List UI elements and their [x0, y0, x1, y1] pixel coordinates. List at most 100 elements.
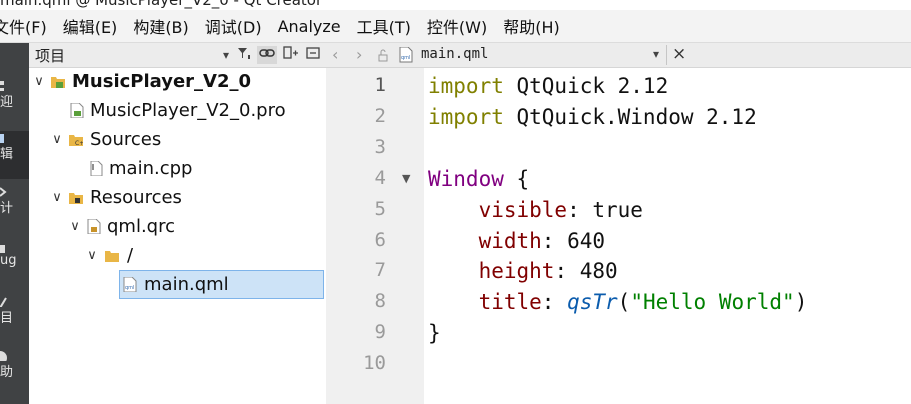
- qml-file-icon: qml: [123, 277, 137, 292]
- mode-welcome[interactable]: 迎: [0, 79, 29, 121]
- tree-item-label: Resources: [90, 187, 182, 208]
- code-property: title: [478, 290, 542, 314]
- expanded-arrow-icon[interactable]: ∨: [50, 183, 64, 212]
- svg-text:C+: C+: [75, 140, 83, 147]
- mode-project[interactable]: 目: [0, 295, 29, 343]
- documents-dropdown-icon[interactable]: ▾: [653, 47, 659, 61]
- tree-item-qml-qrc[interactable]: ∨ qml.qrc: [29, 212, 326, 241]
- line-number: 3: [374, 136, 386, 158]
- code-line: width: 640: [428, 229, 605, 253]
- split-icon[interactable]: [282, 46, 300, 64]
- mode-label: 计: [0, 201, 14, 216]
- mode-edit[interactable]: 辑: [0, 131, 29, 179]
- menu-edit[interactable]: 编辑(E): [55, 14, 126, 38]
- code-line: title: qsTr("Hello World"): [428, 290, 808, 314]
- tree-item-label: Sources: [90, 129, 162, 150]
- line-number: 6: [374, 229, 386, 251]
- code-line: import QtQuick 2.12: [428, 74, 668, 98]
- menu-analyze[interactable]: Analyze: [270, 17, 349, 36]
- project-toolbar: 项目 ▾: [29, 43, 326, 68]
- qml-file-icon: qml: [399, 47, 413, 63]
- code-text: }: [428, 321, 441, 345]
- line-number: 9: [374, 321, 386, 343]
- tree-item-label: MusicPlayer_V2_0.pro: [90, 100, 286, 121]
- code-text: {: [503, 167, 530, 191]
- tree-item-label: /: [127, 245, 134, 266]
- menu-file[interactable]: 文件(F): [0, 14, 55, 38]
- expanded-arrow-icon[interactable]: ∨: [50, 125, 64, 154]
- tree-item-resources[interactable]: ∨ Resources: [29, 183, 326, 212]
- code-text: (: [617, 290, 631, 314]
- line-number: 8: [374, 290, 386, 312]
- resources-folder-icon: [69, 193, 83, 204]
- tree-item-project[interactable]: ∨ MusicPlayer_V2_0: [29, 67, 326, 96]
- code-editor[interactable]: import QtQuick 2.12 import QtQuick.Windo…: [428, 68, 911, 404]
- separator: [666, 45, 667, 65]
- tree-item-sources[interactable]: ∨ C+ Sources: [29, 125, 326, 154]
- tree-item-root-prefix[interactable]: ∨ /: [29, 241, 326, 270]
- go-forward-icon[interactable]: ›: [356, 45, 362, 64]
- sources-folder-icon: C+: [69, 135, 83, 147]
- line-number: 10: [363, 352, 386, 374]
- split-shape: [283, 46, 298, 59]
- menu-help[interactable]: 帮助(H): [495, 14, 568, 38]
- project-icon: [0, 297, 7, 307]
- tree-item-label: main.cpp: [109, 158, 193, 179]
- mode-help[interactable]: 助: [0, 349, 29, 399]
- code-property: height: [478, 259, 555, 283]
- close-panel-icon[interactable]: [304, 46, 322, 64]
- code-line: visible: true: [428, 198, 643, 222]
- mode-label: 辑: [0, 147, 14, 162]
- line-number: 7: [374, 259, 386, 281]
- go-back-icon[interactable]: ‹: [332, 45, 338, 64]
- code-text: : 640: [541, 229, 606, 253]
- editor-toolbar: ‹ › qml main.qml ▾ ×: [326, 43, 911, 68]
- link-shape: [259, 49, 275, 57]
- cpp-file-icon: [90, 161, 103, 176]
- code-keyword: import: [428, 74, 504, 98]
- menu-bar: 文件(F) 编辑(E) 构建(B) 调试(D) Analyze 工具(T) 控件…: [0, 10, 911, 43]
- mode-design[interactable]: 计: [0, 185, 29, 233]
- debug-icon: [0, 245, 5, 253]
- welcome-icon: [0, 81, 4, 91]
- edit-icon: [0, 134, 4, 143]
- mode-label: 迎: [0, 95, 14, 110]
- menu-tools[interactable]: 工具(T): [349, 14, 419, 38]
- menu-build[interactable]: 构建(B): [125, 14, 196, 38]
- code-line: import QtQuick.Window 2.12: [428, 105, 757, 129]
- expanded-arrow-icon[interactable]: ∨: [85, 241, 99, 270]
- open-document-label[interactable]: main.qml: [421, 46, 488, 62]
- code-text: :: [541, 290, 568, 314]
- svg-text:qml: qml: [125, 285, 134, 291]
- mode-label: ug: [0, 253, 17, 268]
- tree-item-label: qml.qrc: [107, 216, 176, 237]
- link-editor-icon[interactable]: [257, 46, 277, 64]
- line-number: 5: [374, 198, 386, 220]
- expanded-arrow-icon[interactable]: ∨: [68, 212, 82, 241]
- code-text: QtQuick.Window 2.12: [503, 105, 757, 129]
- filter-icon[interactable]: [236, 46, 252, 64]
- close-document-icon[interactable]: ×: [672, 44, 686, 64]
- code-line: height: 480: [428, 259, 618, 283]
- menu-debug[interactable]: 调试(D): [197, 14, 270, 38]
- tree-item-label: main.qml: [144, 274, 229, 295]
- tree-item-main-qml[interactable]: qml main.qml: [119, 270, 324, 299]
- lock-icon[interactable]: [378, 49, 390, 62]
- code-text: : true: [567, 198, 643, 222]
- fold-marker-icon[interactable]: ▼: [402, 172, 410, 185]
- code-text: ): [794, 290, 808, 314]
- line-number: 2: [374, 105, 386, 127]
- design-icon: [0, 187, 7, 197]
- project-panel-title: 项目: [35, 47, 66, 65]
- view-dropdown-icon[interactable]: ▾: [219, 46, 233, 64]
- expanded-arrow-icon[interactable]: ∨: [32, 67, 46, 96]
- tree-item-pro-file[interactable]: MusicPlayer_V2_0.pro: [29, 96, 326, 125]
- mode-debug[interactable]: ug: [0, 241, 29, 289]
- project-folder-icon: [51, 77, 65, 88]
- menu-widgets[interactable]: 控件(W): [419, 14, 495, 38]
- folder-icon: [105, 251, 119, 262]
- tree-item-main-cpp[interactable]: main.cpp: [29, 154, 326, 183]
